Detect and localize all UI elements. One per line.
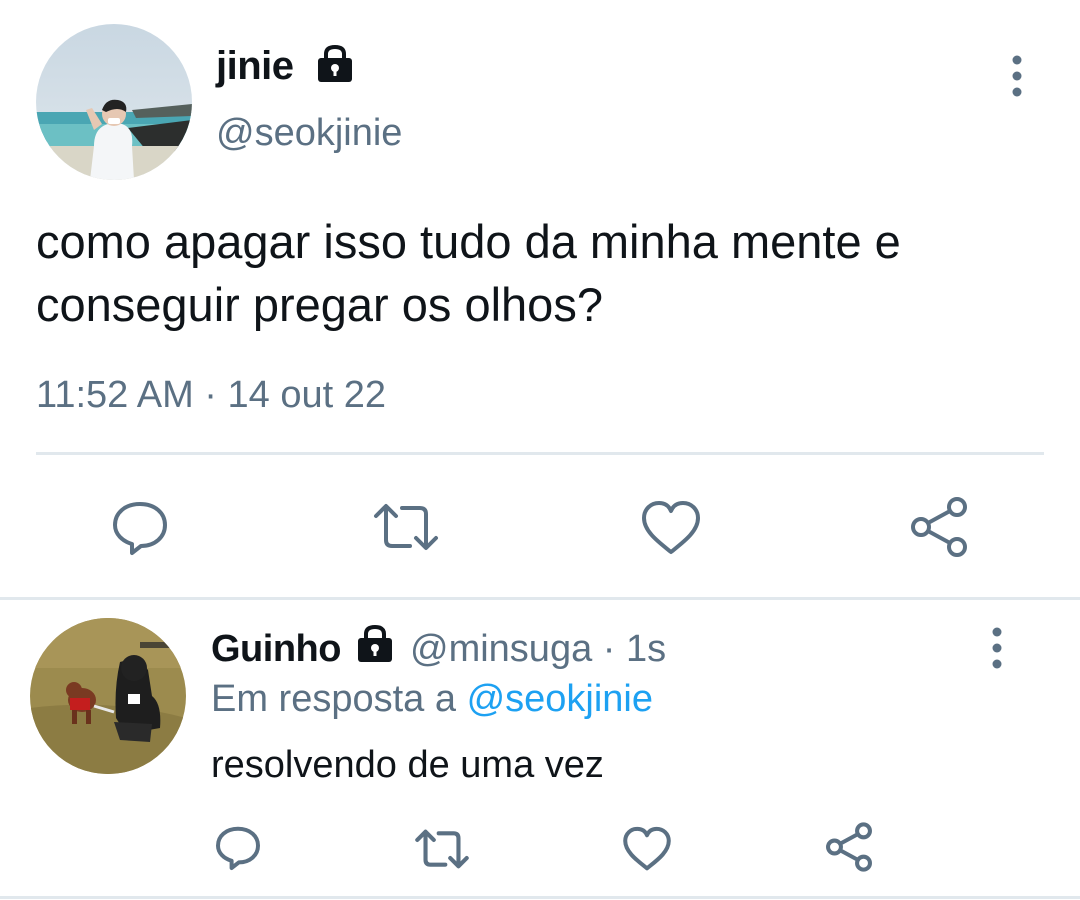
lock-icon <box>314 44 356 84</box>
author-display-name[interactable]: Guinho <box>211 628 341 671</box>
main-tweet: jinie @seokjinie como apagar isso tudo d… <box>0 0 1080 598</box>
like-icon[interactable] <box>622 826 672 872</box>
divider <box>0 896 1080 899</box>
author-handle[interactable]: @seokjinie <box>216 112 402 155</box>
share-icon[interactable] <box>824 822 874 872</box>
avatar[interactable] <box>30 618 186 774</box>
in-reply-to: Em resposta a @seokjinie <box>211 678 653 721</box>
reply-tweet[interactable]: Guinho @minsuga · 1s Em resposta a @seok… <box>0 600 1080 896</box>
divider <box>36 452 1044 455</box>
tweet-text: como apagar isso tudo da minha mente e c… <box>36 215 901 331</box>
retweet-icon[interactable] <box>414 828 470 870</box>
author-display-name[interactable]: jinie <box>216 44 294 89</box>
author-handle-time[interactable]: @minsuga · 1s <box>410 628 666 671</box>
share-icon[interactable] <box>908 496 970 558</box>
tweet-timestamp[interactable]: 11:52 AM · 14 out 22 <box>36 374 386 417</box>
retweet-icon[interactable] <box>372 502 440 552</box>
more-options-icon[interactable] <box>983 626 1011 670</box>
in-reply-mention-link[interactable]: @seokjinie <box>467 678 653 720</box>
lock-icon <box>354 624 396 664</box>
reply-icon[interactable] <box>110 498 170 558</box>
like-icon[interactable] <box>640 500 702 556</box>
in-reply-prefix: Em resposta a <box>211 678 456 720</box>
reply-icon[interactable] <box>214 824 262 872</box>
avatar[interactable] <box>36 24 192 180</box>
more-options-icon[interactable] <box>1003 54 1031 98</box>
tweet-text: resolvendo de uma vez <box>211 744 604 786</box>
